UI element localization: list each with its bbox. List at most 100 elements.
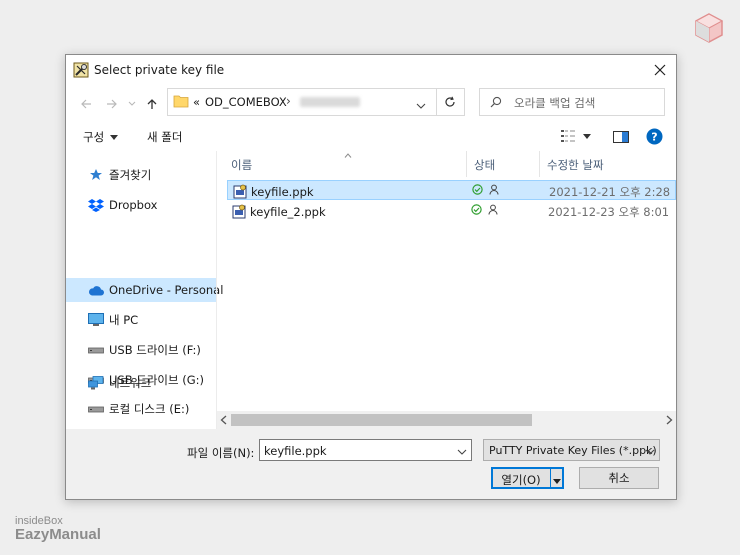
chevron-down-icon — [416, 103, 426, 109]
cloud-icon — [88, 282, 104, 298]
chevron-down-icon[interactable] — [457, 445, 467, 458]
new-folder-label: 새 폴더 — [147, 130, 183, 144]
preview-pane-button[interactable] — [613, 131, 629, 146]
watermark-line2: EazyManual — [15, 526, 101, 543]
dialog-title: Select private key file — [94, 63, 225, 77]
file-list: 이름 상태 수정한 날짜 keyfile.ppk 2021-12-21 오후 2… — [217, 151, 676, 429]
chevron-down-icon — [128, 101, 136, 106]
drive-icon — [88, 342, 104, 358]
up-folder-button[interactable] — [143, 95, 161, 113]
arrow-right-icon — [107, 99, 117, 109]
help-icon: ? — [646, 128, 663, 145]
sync-ok-icon — [472, 184, 483, 195]
filename-value: keyfile.ppk — [264, 444, 327, 458]
column-separator[interactable] — [539, 151, 540, 177]
chevron-down-icon — [645, 445, 655, 458]
sidebar-item-label: USB 드라이브 (F:) — [109, 343, 201, 357]
address-dropdown-button[interactable] — [416, 99, 426, 112]
filename-input[interactable]: keyfile.ppk — [259, 439, 472, 461]
column-header-modified[interactable]: 수정한 날짜 — [547, 157, 604, 173]
scrollbar-thumb[interactable] — [231, 414, 532, 426]
column-header-name[interactable]: 이름 — [231, 157, 252, 173]
sort-ascending-icon — [344, 148, 352, 161]
scroll-right-arrow-icon[interactable] — [666, 415, 673, 428]
breadcrumb-separator[interactable]: › — [286, 94, 291, 108]
sidebar-item-label: Dropbox — [109, 198, 158, 212]
open-label: 열기(O) — [501, 473, 541, 487]
ppk-file-icon — [233, 184, 247, 199]
caret-down-icon[interactable] — [553, 474, 561, 487]
arrow-up-icon — [147, 99, 157, 109]
putty-key-icon — [73, 62, 89, 78]
address-bar[interactable]: « OD_COMEBOX › — [167, 88, 437, 116]
sidebar-item-usb-f[interactable]: USB 드라이브 (F:) — [66, 338, 216, 362]
sidebar-item-network[interactable]: 네트워크 — [66, 371, 216, 395]
caret-down-icon — [583, 133, 591, 139]
svg-text:?: ? — [651, 131, 657, 144]
column-separator[interactable] — [466, 151, 467, 177]
caret-down-icon — [110, 134, 119, 140]
person-icon — [488, 204, 498, 215]
dropbox-icon — [88, 197, 104, 213]
open-button[interactable]: 열기(O) — [491, 467, 564, 489]
filetype-value: PuTTY Private Key Files (*.ppk) — [489, 444, 657, 457]
refresh-button[interactable] — [436, 88, 465, 116]
brand-logo — [694, 12, 724, 44]
sidebar-item-label: 내 PC — [109, 313, 139, 327]
sidebar-item-onedrive[interactable]: OneDrive - Personal — [66, 278, 223, 302]
sidebar-item-label: 네트워크 — [109, 376, 152, 390]
star-icon — [88, 167, 104, 183]
breadcrumb-subfolder-blurred[interactable] — [300, 97, 360, 107]
close-button[interactable] — [646, 57, 674, 83]
help-button[interactable]: ? — [646, 128, 663, 148]
person-icon — [489, 184, 499, 195]
search-box[interactable]: 오라클 백업 검색 — [479, 88, 665, 116]
back-button[interactable] — [77, 95, 95, 113]
preview-pane-icon — [613, 131, 629, 143]
view-options-button[interactable] — [561, 130, 591, 142]
folder-icon — [173, 94, 189, 111]
sync-ok-icon — [471, 204, 482, 215]
sidebar-item-dropbox[interactable]: Dropbox — [66, 193, 216, 217]
refresh-icon — [445, 96, 455, 107]
file-row[interactable]: keyfile.ppk 2021-12-21 오후 2:28 — [227, 180, 676, 200]
file-name: keyfile.ppk — [251, 184, 314, 199]
filetype-select[interactable]: PuTTY Private Key Files (*.ppk) — [483, 439, 660, 461]
watermark: insideBox EazyManual — [15, 515, 101, 543]
breadcrumb-folder[interactable]: OD_COMEBOX — [205, 95, 287, 109]
sidebar-item-label: 로컬 디스크 (E:) — [109, 402, 190, 416]
file-name: keyfile_2.ppk — [250, 204, 326, 219]
bottom-panel: 파일 이름(N): keyfile.ppk PuTTY Private Key … — [66, 429, 676, 499]
network-icon — [88, 375, 104, 391]
details-view-icon — [561, 130, 575, 142]
sidebar-item-this-pc[interactable]: 내 PC — [66, 308, 216, 332]
monitor-icon — [88, 312, 104, 328]
select-file-dialog: Select private key file « OD_COMEBOX › 오… — [65, 54, 677, 500]
organize-button[interactable]: 구성 — [83, 129, 119, 145]
close-icon — [654, 64, 666, 76]
sidebar-item-favorites[interactable]: 즐겨찾기 — [66, 163, 216, 187]
cancel-button[interactable]: 취소 — [579, 467, 659, 489]
search-placeholder: 오라클 백업 검색 — [514, 96, 596, 110]
sidebar-item-label: OneDrive - Personal — [109, 283, 224, 297]
ppk-file-icon — [232, 204, 246, 219]
organize-label: 구성 — [83, 130, 105, 144]
file-modified: 2021-12-21 오후 2:28 — [549, 185, 671, 199]
arrow-left-icon — [81, 99, 91, 109]
title-bar: Select private key file — [66, 55, 676, 85]
file-row[interactable]: keyfile_2.ppk 2021-12-23 오후 8:01 — [227, 201, 676, 221]
new-folder-button[interactable]: 새 폴더 — [147, 129, 182, 145]
open-split-divider — [550, 469, 551, 487]
drive-icon — [88, 401, 104, 417]
horizontal-scrollbar[interactable] — [217, 411, 676, 429]
sidebar-item-label: 즐겨찾기 — [109, 168, 152, 182]
column-header-status[interactable]: 상태 — [474, 157, 495, 173]
sidebar-item-local-disk-e[interactable]: 로컬 디스크 (E:) — [66, 397, 216, 421]
forward-button[interactable] — [103, 95, 121, 113]
filename-label: 파일 이름(N): — [187, 446, 255, 460]
scroll-left-arrow-icon[interactable] — [220, 415, 227, 428]
search-icon — [490, 96, 502, 111]
command-bar: 구성 새 폴더 ? — [66, 123, 676, 151]
breadcrumb-overflow[interactable]: « — [193, 95, 200, 109]
recent-locations-button[interactable] — [123, 95, 141, 113]
